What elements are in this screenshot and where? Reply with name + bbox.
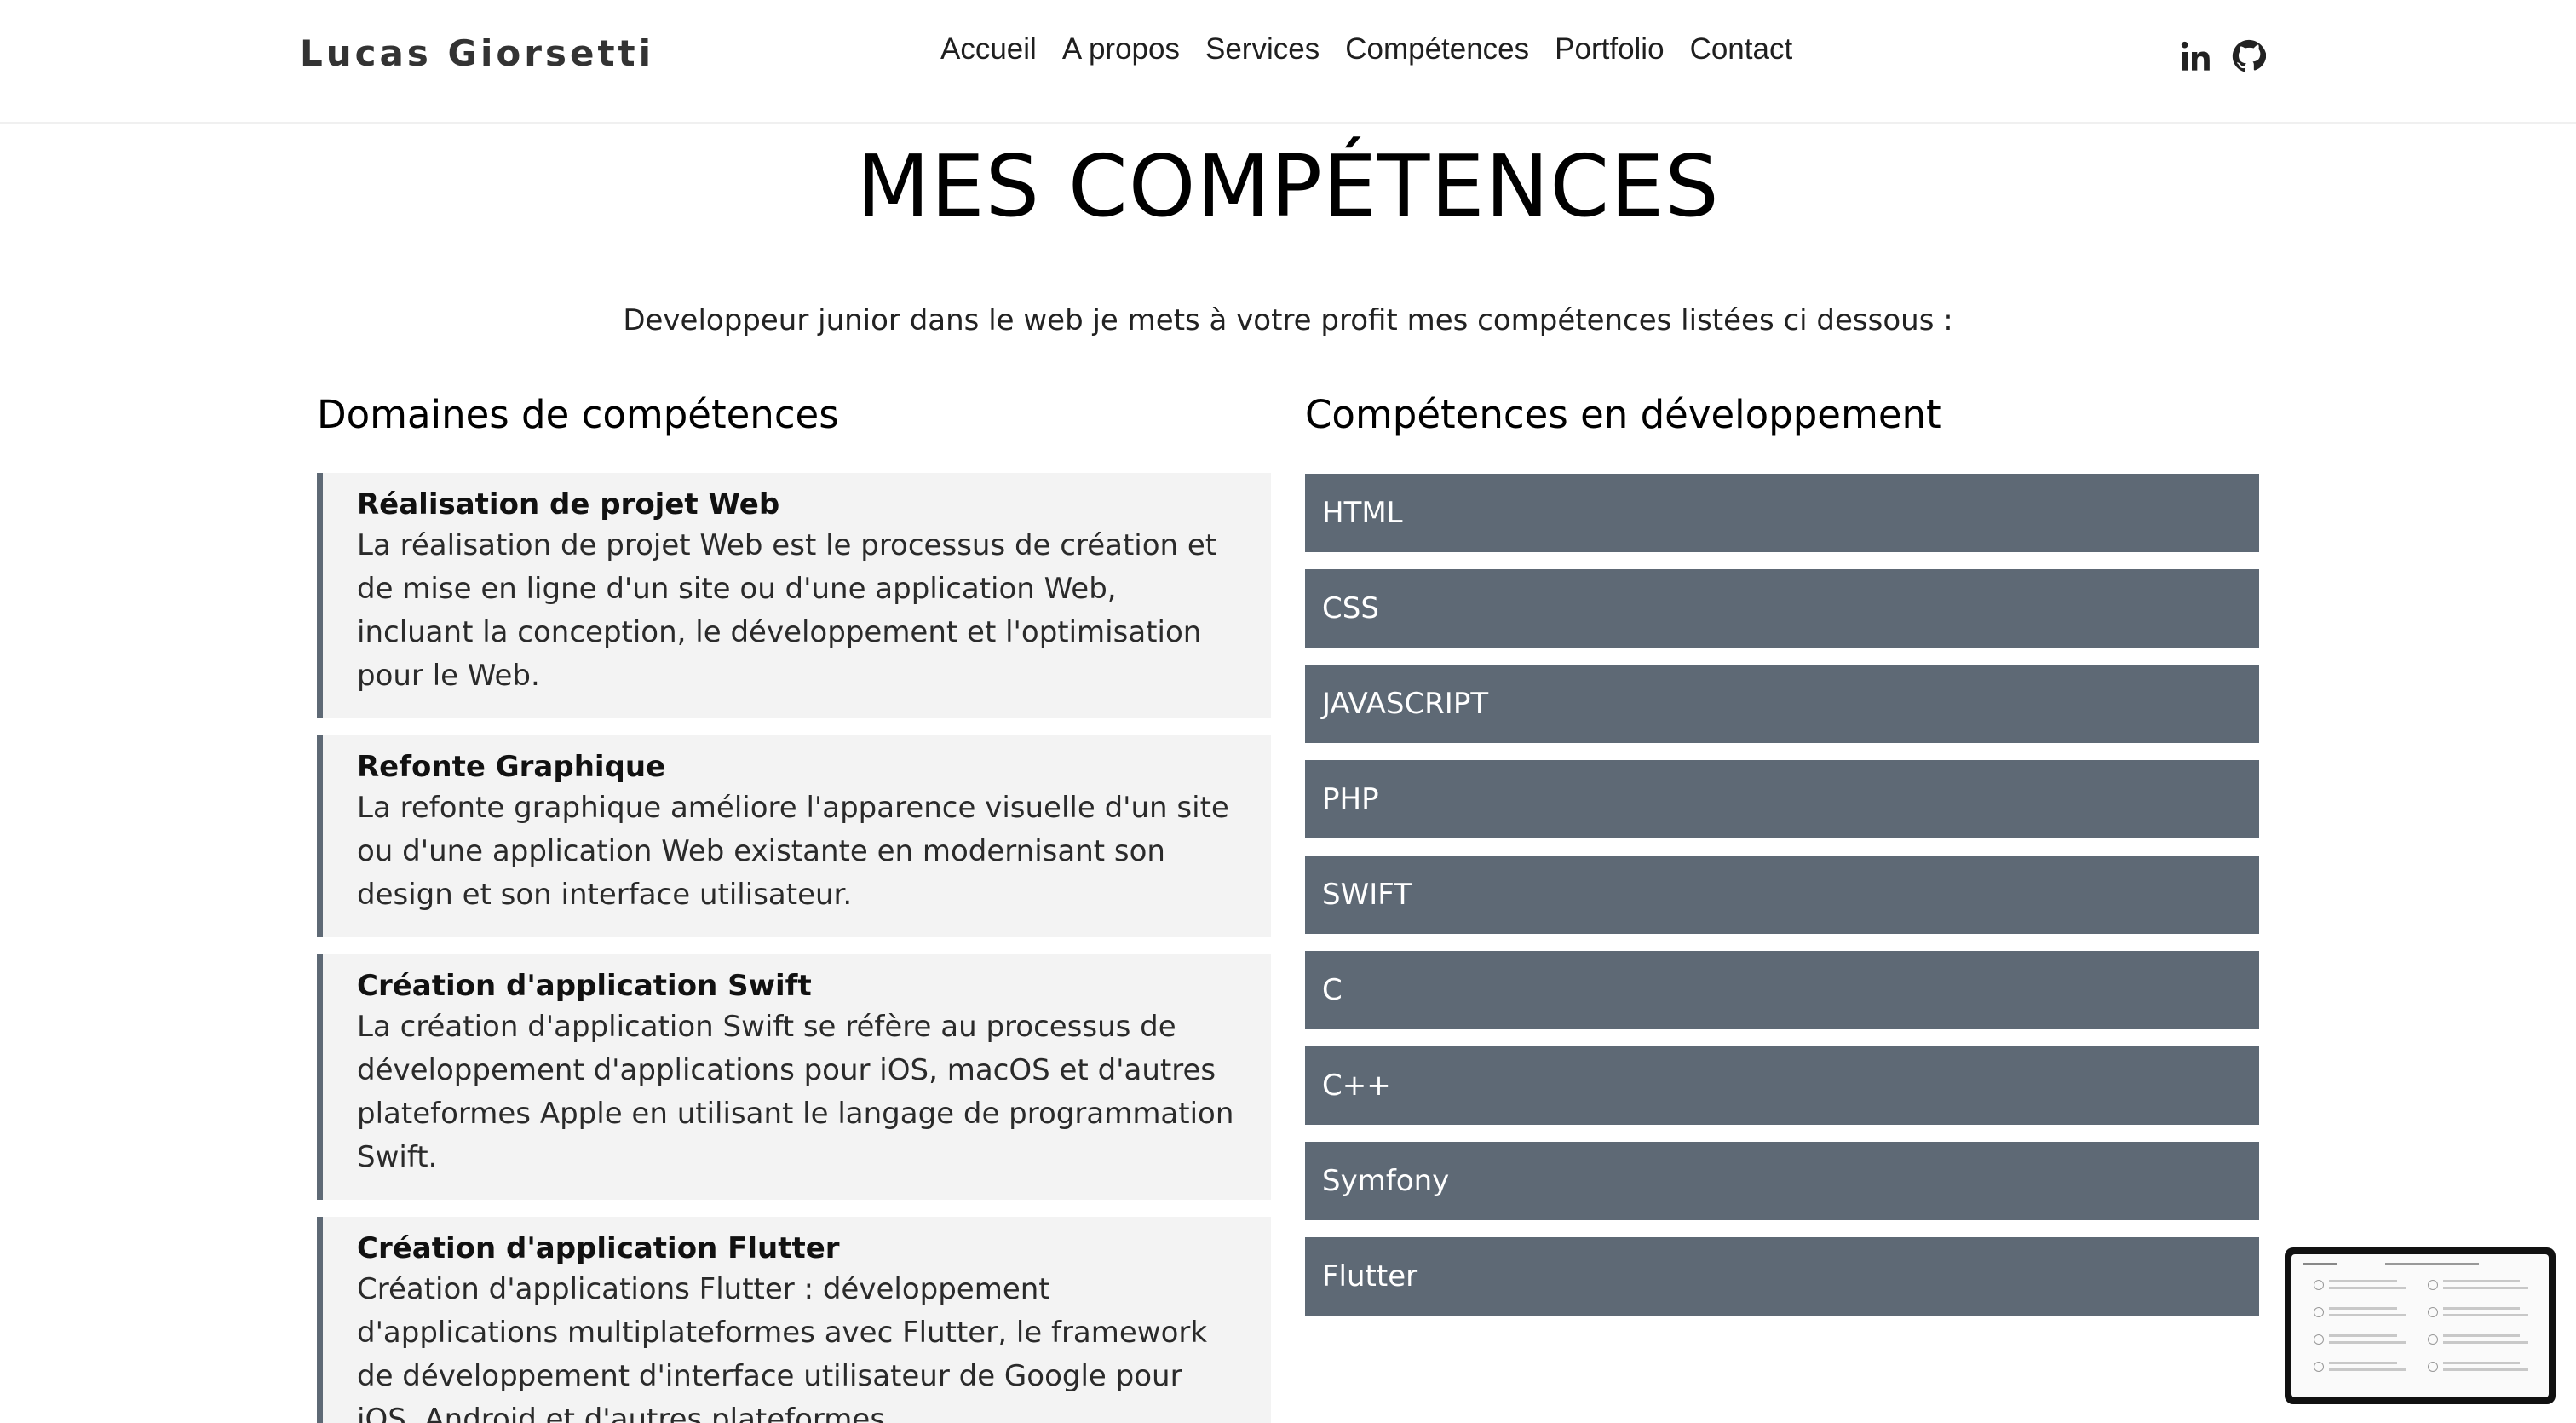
thumbnail-line [2443, 1307, 2520, 1310]
domains-list: Réalisation de projet Web La réalisation… [317, 473, 1271, 1423]
thumbnail-icon [2314, 1362, 2324, 1372]
thumbnail-line [2303, 1263, 2337, 1265]
thumbnail-line [2443, 1341, 2528, 1344]
skills-list: HTML CSS JAVASCRIPT PHP SWIFT C C++ Symf… [1305, 474, 2259, 1333]
thumbnail-line [2443, 1280, 2520, 1282]
skill-label: JAVASCRIPT [1322, 687, 1489, 721]
skill-label: PHP [1322, 782, 1379, 816]
domain-description: La création d'application Swift se réfèr… [357, 1010, 1234, 1174]
domain-title: Refonte Graphique [357, 750, 666, 784]
skill-bar-flutter: Flutter [1305, 1237, 2259, 1316]
thumbnail-line [2443, 1362, 2520, 1364]
thumbnail-line [2329, 1341, 2406, 1344]
domain-description: Création d'applications Flutter : dévelo… [357, 1272, 1208, 1423]
domain-title: Création d'application Swift [357, 969, 812, 1003]
thumbnail-line [2329, 1314, 2406, 1316]
thumbnail-line [2329, 1280, 2397, 1282]
thumbnail-line [2443, 1334, 2520, 1337]
intro-text: Developpeur junior dans le web je mets à… [623, 303, 1953, 337]
thumbnail-line [2385, 1263, 2479, 1265]
skill-bar-cpp: C++ [1305, 1046, 2259, 1125]
thumbnail-icon [2428, 1280, 2438, 1290]
thumbnail-icon [2314, 1334, 2324, 1345]
skill-bar-css: CSS [1305, 569, 2259, 648]
domain-description: La refonte graphique améliore l'apparenc… [357, 791, 1229, 912]
domain-description: La réalisation de projet Web est le proc… [357, 528, 1217, 693]
thumbnail-icon [2314, 1280, 2324, 1290]
domain-card-flutter: Création d'application Flutter Création … [317, 1217, 1271, 1423]
navbar: Lucas Giorsetti Accueil A propos Service… [0, 0, 2576, 124]
thumbnail-line [2329, 1334, 2397, 1337]
thumbnail-line [2329, 1287, 2406, 1289]
page-preview-thumbnail[interactable] [2285, 1247, 2556, 1404]
domains-heading: Domaines de compétences [317, 392, 839, 437]
skill-label: C [1322, 973, 1343, 1007]
thumbnail-line [2329, 1368, 2406, 1371]
linkedin-icon[interactable] [2179, 39, 2213, 73]
nav-link-portfolio[interactable]: Portfolio [1555, 32, 1664, 66]
skill-bar-html: HTML [1305, 474, 2259, 552]
skills-heading: Compétences en développement [1305, 392, 1941, 437]
skill-label: Symfony [1322, 1164, 1450, 1198]
thumbnail-icon [2314, 1307, 2324, 1317]
nav-link-services[interactable]: Services [1205, 32, 1320, 66]
thumbnail-line [2443, 1314, 2528, 1316]
social-links [2179, 39, 2266, 73]
thumbnail-icon [2428, 1307, 2438, 1317]
thumbnail-line [2329, 1307, 2397, 1310]
skill-bar-c: C [1305, 951, 2259, 1029]
thumbnail-icon [2428, 1362, 2438, 1372]
page-title: MES COMPÉTENCES [856, 136, 1720, 236]
nav-links: Accueil A propos Services Compétences Po… [940, 32, 1792, 66]
domain-title: Création d'application Flutter [357, 1231, 840, 1265]
nav-link-accueil[interactable]: Accueil [940, 32, 1037, 66]
brand-logo[interactable]: Lucas Giorsetti [300, 32, 654, 74]
skill-bar-symfony: Symfony [1305, 1142, 2259, 1220]
domain-card-refonte: Refonte Graphique La refonte graphique a… [317, 735, 1271, 937]
skill-bar-php: PHP [1305, 760, 2259, 838]
domain-card-swift: Création d'application Swift La création… [317, 954, 1271, 1200]
thumbnail-line [2329, 1362, 2397, 1364]
nav-link-a-propos[interactable]: A propos [1062, 32, 1180, 66]
nav-link-competences[interactable]: Compétences [1345, 32, 1529, 66]
github-icon[interactable] [2232, 39, 2266, 73]
thumbnail-line [2443, 1368, 2528, 1371]
skill-label: HTML [1322, 496, 1403, 530]
thumbnail-line [2443, 1287, 2528, 1289]
skill-bar-javascript: JAVASCRIPT [1305, 665, 2259, 743]
nav-link-contact[interactable]: Contact [1690, 32, 1793, 66]
skill-label: Flutter [1322, 1259, 1418, 1293]
skill-label: C++ [1322, 1069, 1391, 1103]
domain-title: Réalisation de projet Web [357, 487, 780, 521]
skill-label: CSS [1322, 591, 1379, 625]
skill-bar-swift: SWIFT [1305, 856, 2259, 934]
domain-card-web: Réalisation de projet Web La réalisation… [317, 473, 1271, 718]
thumbnail-screen [2291, 1254, 2549, 1397]
thumbnail-icon [2428, 1334, 2438, 1345]
skill-label: SWIFT [1322, 878, 1412, 912]
